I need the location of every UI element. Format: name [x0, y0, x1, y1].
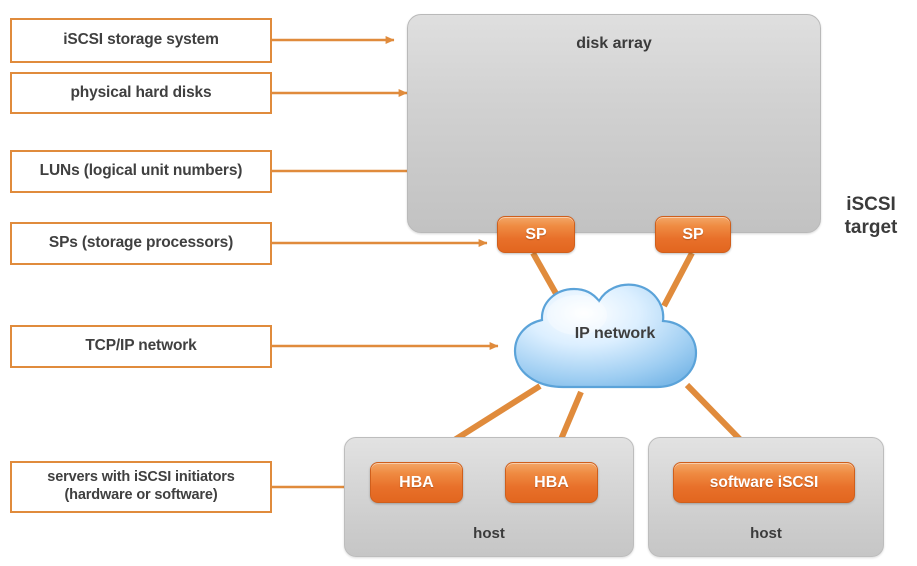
caption-text-line-1: servers with iSCSI initiators — [47, 469, 235, 486]
iscsi-target-line-2: target — [844, 217, 898, 239]
chip-label: SP — [682, 225, 704, 243]
storage-processor-chip-2[interactable]: SP — [655, 216, 731, 253]
chip-label: HBA — [399, 473, 434, 491]
chip-label: software iSCSI — [709, 473, 819, 491]
disk-array-title: disk array — [576, 35, 652, 52]
caption-sps: SPs (storage processors) — [10, 222, 272, 265]
caption-text: iSCSI storage system — [63, 31, 219, 49]
caption-text-line-2: (hardware or software) — [64, 487, 218, 503]
storage-processor-chip-1[interactable]: SP — [497, 216, 575, 253]
host-label: host — [473, 525, 505, 542]
hba-chip-1[interactable]: HBA — [370, 462, 463, 503]
caption-text: SPs (storage processors) — [48, 234, 234, 252]
caption-text: TCP/IP network — [85, 337, 197, 355]
ip-network-cloud: IP network — [505, 283, 725, 397]
disk-array-panel: disk array — [407, 14, 821, 233]
iscsi-target-line-1: iSCSI — [846, 194, 896, 215]
caption-text: LUNs (logical unit numbers) — [39, 162, 243, 180]
chip-label: HBA — [534, 473, 569, 491]
hba-chip-2[interactable]: HBA — [505, 462, 598, 503]
chip-label: SP — [525, 225, 547, 243]
software-iscsi-chip[interactable]: software iSCSI — [673, 462, 855, 503]
ip-network-label: IP network — [574, 325, 656, 342]
caption-servers-with-initiators: servers with iSCSI initiators (hardware … — [10, 461, 272, 513]
caption-physical-hard-disks: physical hard disks — [10, 72, 272, 114]
iscsi-target-note: iSCSI target — [828, 193, 914, 239]
caption-text: physical hard disks — [70, 83, 212, 101]
caption-tcpip-network: TCP/IP network — [10, 325, 272, 368]
host-label: host — [750, 525, 782, 542]
caption-luns: LUNs (logical unit numbers) — [10, 150, 272, 193]
caption-iscsi-storage-system: iSCSI storage system — [10, 18, 272, 63]
diagram-canvas: iSCSI storage system physical hard disks… — [0, 0, 917, 566]
